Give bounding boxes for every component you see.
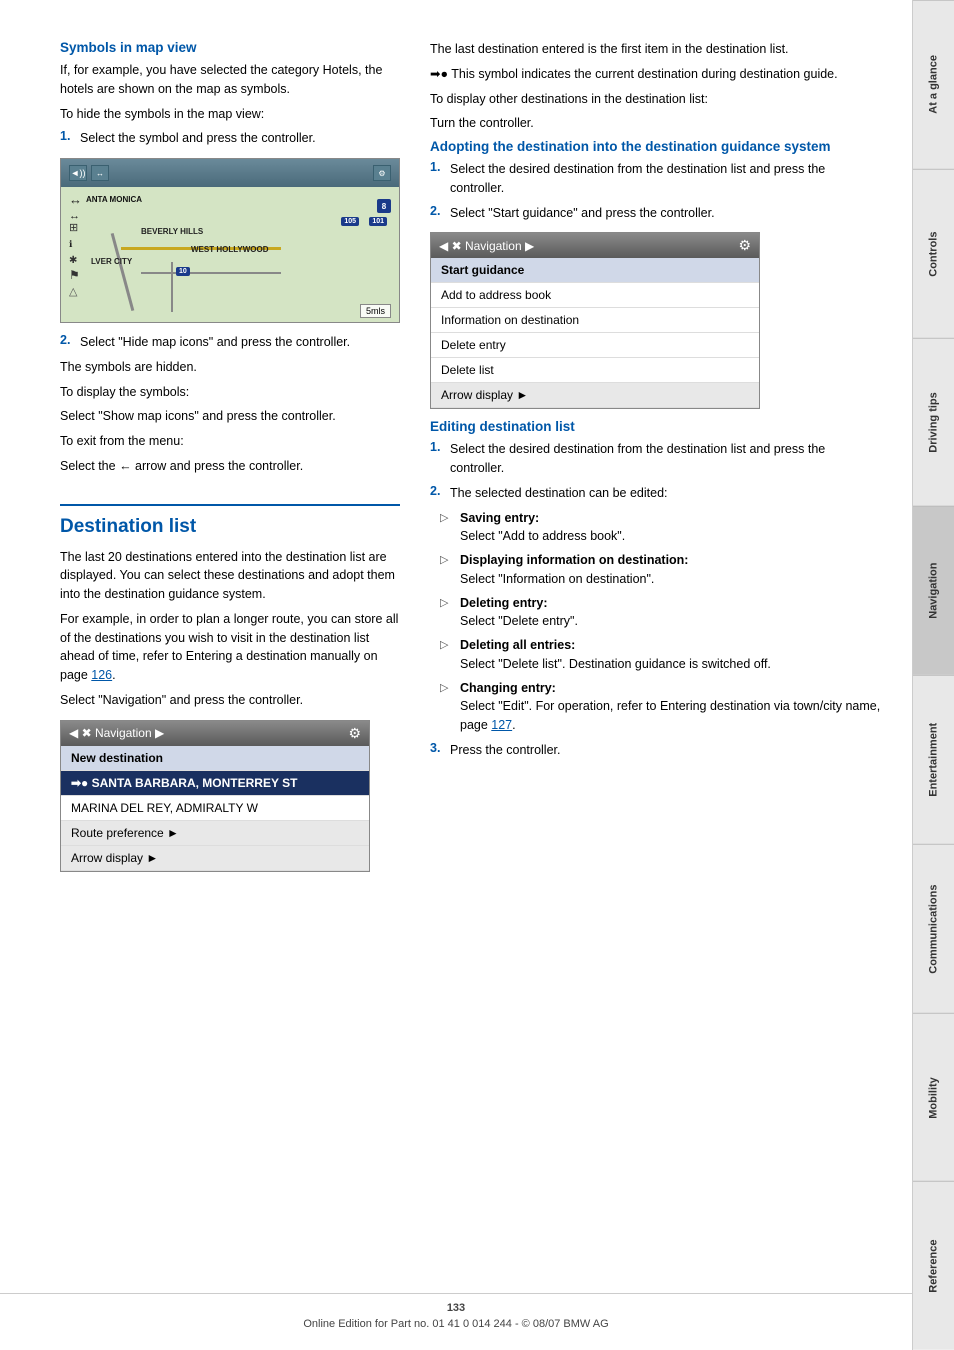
sidebar-tab-at-a-glance[interactable]: At a glance <box>913 0 954 169</box>
bullet-delete-all: ▷ Deleting all entries: Select "Delete l… <box>440 636 882 674</box>
map-body: ↔ ANTA MONICA ↔ ⊞ ℹ ✱ <box>61 187 399 323</box>
edit-step3: 3. Press the controller. <box>430 741 882 760</box>
bullet-display: ▷ Displaying information on destination:… <box>440 551 882 589</box>
display-note: To display other destinations in the des… <box>430 90 882 109</box>
adopt-step1: 1. Select the desired destination from t… <box>430 160 882 198</box>
bullet-saving: ▷ Saving entry: Select "Add to address b… <box>440 509 882 547</box>
nav-settings-left: ⚙ <box>348 725 361 742</box>
bullet-delete: ▷ Deleting entry: Select "Delete entry". <box>440 594 882 632</box>
show-detail: Select "Show map icons" and press the co… <box>60 407 400 426</box>
destination-list-heading: Destination list <box>60 504 400 538</box>
exit-body: To exit from the menu: <box>60 432 400 451</box>
nav-arrow-display-left[interactable]: Arrow display ► <box>61 846 369 871</box>
badge-10: 10 <box>176 267 190 276</box>
sidebar-tab-controls[interactable]: Controls <box>913 169 954 338</box>
dest-body1: The last 20 destinations entered into th… <box>60 548 400 604</box>
badge-8: 8 <box>377 199 391 213</box>
sidebar-tab-mobility[interactable]: Mobility <box>913 1013 954 1182</box>
map-header: ◄)) ↔ ⚙ <box>61 159 399 187</box>
adopt-step2: 2. Select "Start guidance" and press the… <box>430 204 882 223</box>
sidebar-tab-communications[interactable]: Communications <box>913 844 954 1013</box>
edit-step1: 1. Select the desired destination from t… <box>430 440 882 478</box>
link-126[interactable]: 126 <box>91 668 112 682</box>
nav-santa-barbara[interactable]: ➡● SANTA BARBARA, MONTERREY ST <box>61 771 369 796</box>
hidden-note: The symbols are hidden. <box>60 358 400 377</box>
nav-info-dest[interactable]: Information on destination <box>431 308 759 333</box>
dest-last-note: The last destination entered is the firs… <box>430 40 882 59</box>
map-label-santa-monica: ANTA MONICA <box>86 195 142 204</box>
nav-header-right: ◀ ✖ Navigation ▶ ⚙ <box>431 233 759 258</box>
sidebar-tab-reference[interactable]: Reference <box>913 1181 954 1350</box>
volume-icon: ◄)) <box>71 168 86 178</box>
sidebar-tab-navigation[interactable]: Navigation <box>913 506 954 675</box>
map-culver: LVER CITY <box>91 257 132 266</box>
nav-ui-left: ◀ ✖ Navigation ▶ ⚙ New destination ➡● SA… <box>60 720 370 872</box>
display-detail: Turn the controller. <box>430 114 882 133</box>
exit-detail: Select the ← arrow and press the control… <box>60 457 400 476</box>
symbols-step2: 2. Select "Hide map icons" and press the… <box>60 333 400 352</box>
bullet-arrow-2: ▷ <box>440 553 452 589</box>
bullet-arrow-4: ▷ <box>440 638 452 674</box>
edit-step2: 2. The selected destination can be edite… <box>430 484 882 503</box>
nav-new-dest[interactable]: New destination <box>61 746 369 771</box>
sidebar-tab-driving-tips[interactable]: Driving tips <box>913 338 954 507</box>
nav-settings-right: ⚙ <box>738 237 751 254</box>
bullet-arrow-5: ▷ <box>440 681 452 735</box>
left-column: Symbols in map view If, for example, you… <box>60 40 420 1320</box>
bullet-arrow-3: ▷ <box>440 596 452 632</box>
show-body: To display the symbols: <box>60 383 400 402</box>
nav-ui-right: ◀ ✖ Navigation ▶ ⚙ Start guidance Add to… <box>430 232 760 409</box>
arrow-icon: ↔ <box>96 169 104 178</box>
page-number: 133 <box>0 1302 912 1314</box>
symbol-note: ➡● This symbol indicates the current des… <box>430 65 882 84</box>
nav-start-guidance[interactable]: Start guidance <box>431 258 759 283</box>
bullet-arrow-1: ▷ <box>440 511 452 547</box>
adopting-heading: Adopting the destination into the destin… <box>430 139 882 154</box>
dest-body3: Select "Navigation" and press the contro… <box>60 691 400 710</box>
copyright: Online Edition for Part no. 01 41 0 014 … <box>0 1318 912 1330</box>
nav-route-pref[interactable]: Route preference ► <box>61 821 369 846</box>
badge-101: 101 <box>369 217 387 226</box>
nav-delete-entry[interactable]: Delete entry <box>431 333 759 358</box>
map-scale: 5mls <box>360 304 391 318</box>
bullet-change: ▷ Changing entry: Select "Edit". For ope… <box>440 679 882 735</box>
symbols-body2: To hide the symbols in the map view: <box>60 105 400 124</box>
symbols-heading: Symbols in map view <box>60 40 400 55</box>
nav-header-left: ◀ ✖ Navigation ▶ ⚙ <box>61 721 369 746</box>
nav-back-right: ◀ ✖ Navigation ▶ <box>439 239 534 253</box>
editing-heading: Editing destination list <box>430 419 882 434</box>
nav-marina[interactable]: MARINA DEL REY, ADMIRALTY W <box>61 796 369 821</box>
nav-add-address[interactable]: Add to address book <box>431 283 759 308</box>
right-column: The last destination entered is the firs… <box>420 40 882 1320</box>
symbols-body1: If, for example, you have selected the c… <box>60 61 400 99</box>
map-beverly: BEVERLY HILLS <box>141 227 203 236</box>
map-hollywood: WEST HOLLYWOOD <box>191 245 268 254</box>
sidebar-tab-entertainment[interactable]: Entertainment <box>913 675 954 844</box>
nav-back-left: ◀ ✖ Navigation ▶ <box>69 726 164 740</box>
sidebar: At a glance Controls Driving tips Naviga… <box>912 0 954 1350</box>
nav-arrow-display-right[interactable]: Arrow display ► <box>431 383 759 408</box>
dest-body2: For example, in order to plan a longer r… <box>60 610 400 685</box>
badge-105: 105 <box>341 217 359 226</box>
settings-icon: ⚙ <box>378 169 385 178</box>
map-image: ◄)) ↔ ⚙ ↔ ANTA MONICA <box>60 158 400 323</box>
link-127[interactable]: 127 <box>491 718 512 732</box>
nav-delete-list[interactable]: Delete list <box>431 358 759 383</box>
page-footer: 133 Online Edition for Part no. 01 41 0 … <box>0 1293 912 1330</box>
symbols-step1: 1. Select the symbol and press the contr… <box>60 129 400 148</box>
